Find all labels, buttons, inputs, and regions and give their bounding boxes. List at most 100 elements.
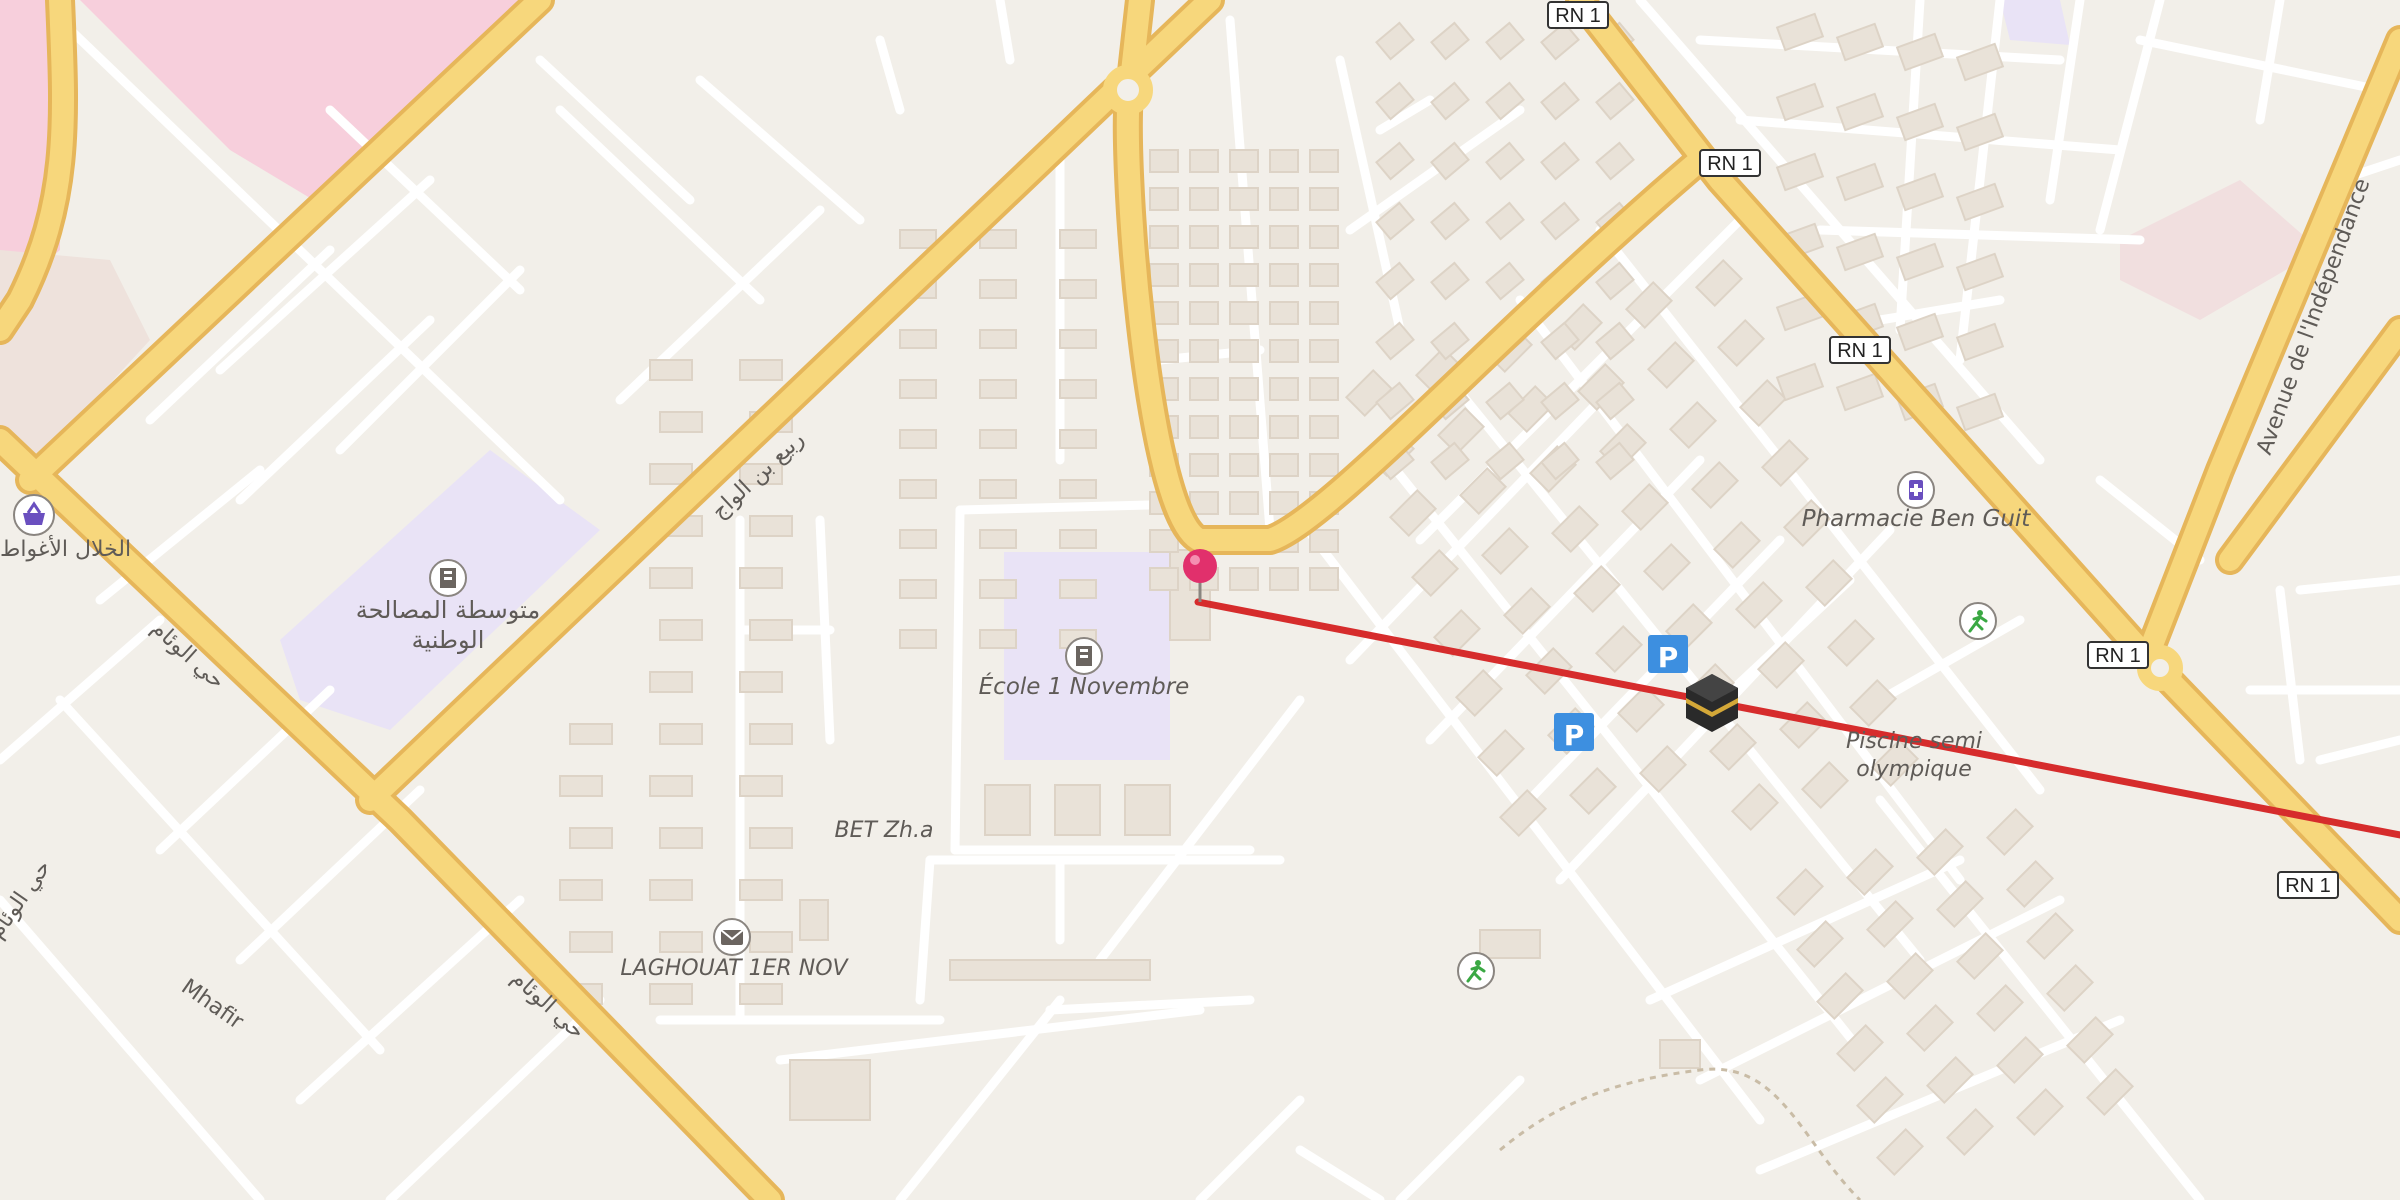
building (1229, 453, 1259, 477)
svg-text:RN 1: RN 1 (1837, 340, 1883, 362)
building (1149, 225, 1179, 249)
landuse-area-top (2000, 0, 2070, 45)
school-icon[interactable] (429, 559, 467, 597)
school-label-line1: متوسطة المصالحة (356, 596, 540, 624)
building (739, 879, 783, 901)
building (1229, 491, 1259, 515)
building (1059, 229, 1097, 249)
svg-text:RN 1: RN 1 (2095, 645, 2141, 667)
building (569, 931, 613, 953)
building (1059, 479, 1097, 499)
building (659, 723, 703, 745)
road-shield-rn1: RN 1 (1829, 336, 1891, 364)
building (979, 479, 1017, 499)
road-shield-rn1: RN 1 (1699, 149, 1761, 177)
building (1229, 263, 1259, 287)
building (1189, 453, 1219, 477)
building (1059, 579, 1097, 599)
building (659, 827, 703, 849)
building (1269, 225, 1299, 249)
building (749, 515, 793, 537)
building (1149, 187, 1179, 211)
sports-icon[interactable] (1959, 602, 1997, 640)
building (979, 629, 1017, 649)
building (559, 775, 603, 797)
parking-icon[interactable]: P (1648, 635, 1688, 674)
building (749, 931, 793, 953)
building (899, 429, 937, 449)
road-shield-rn1: RN 1 (2277, 871, 2339, 899)
svg-text:P: P (1564, 719, 1585, 752)
building (1229, 149, 1259, 173)
building (1229, 415, 1259, 439)
building (1189, 301, 1219, 325)
school-icon[interactable] (1065, 637, 1103, 675)
building (659, 619, 703, 641)
market-label: الخلال الأغواط (0, 535, 131, 562)
building (1189, 225, 1219, 249)
post-office-icon[interactable] (713, 918, 751, 956)
building (899, 229, 937, 249)
ecole-label: École 1 Novembre (979, 672, 1190, 700)
building (559, 879, 603, 901)
building (1309, 187, 1339, 211)
building (1309, 377, 1339, 401)
building (979, 579, 1017, 599)
building (1189, 415, 1219, 439)
building (899, 579, 937, 599)
bet-label: BET Zh.a (835, 818, 934, 843)
building (1309, 415, 1339, 439)
piscine-label-line2: olympique (1856, 757, 1972, 782)
building (649, 775, 693, 797)
building (1269, 301, 1299, 325)
building (1269, 453, 1299, 477)
post-office-label: LAGHOUAT 1ER NOV (620, 956, 849, 981)
map-canvas[interactable]: RN 1 RN 1 RN 1 RN 1 RN 1 P P متوسطة المص… (0, 0, 2400, 1200)
building (1269, 339, 1299, 363)
building (899, 629, 937, 649)
sports-icon[interactable] (1457, 952, 1495, 990)
parking-icon[interactable]: P (1554, 713, 1594, 752)
building (649, 671, 693, 693)
building (749, 619, 793, 641)
building (1309, 301, 1339, 325)
svg-text:P: P (1658, 641, 1679, 674)
building (1269, 415, 1299, 439)
building (749, 827, 793, 849)
building (899, 529, 937, 549)
building (1059, 329, 1097, 349)
building (1229, 225, 1259, 249)
road-shield-rn1: RN 1 (2087, 641, 2149, 669)
building (1059, 529, 1097, 549)
school-label-line2: الوطنية (412, 626, 485, 654)
building (1309, 225, 1339, 249)
building (1229, 339, 1259, 363)
building (739, 359, 783, 381)
building (659, 411, 703, 433)
building (1149, 567, 1179, 591)
building (1309, 149, 1339, 173)
building (899, 379, 937, 399)
building (979, 379, 1017, 399)
building (1149, 263, 1179, 287)
building (1309, 567, 1339, 591)
pharmacy-icon[interactable] (1897, 471, 1935, 509)
building (1229, 187, 1259, 211)
piscine-label-line1: Piscine semi (1846, 729, 1982, 754)
building (1309, 339, 1339, 363)
building (1309, 453, 1339, 477)
building (1059, 429, 1097, 449)
building (1309, 263, 1339, 287)
building (1059, 279, 1097, 299)
building (1149, 149, 1179, 173)
building (749, 723, 793, 745)
building (1269, 567, 1299, 591)
building (899, 479, 937, 499)
building (649, 879, 693, 901)
building (1309, 529, 1339, 553)
building (1229, 377, 1259, 401)
shopping-basket-icon[interactable] (13, 494, 55, 536)
building (979, 529, 1017, 549)
building (659, 931, 703, 953)
building (1189, 149, 1219, 173)
